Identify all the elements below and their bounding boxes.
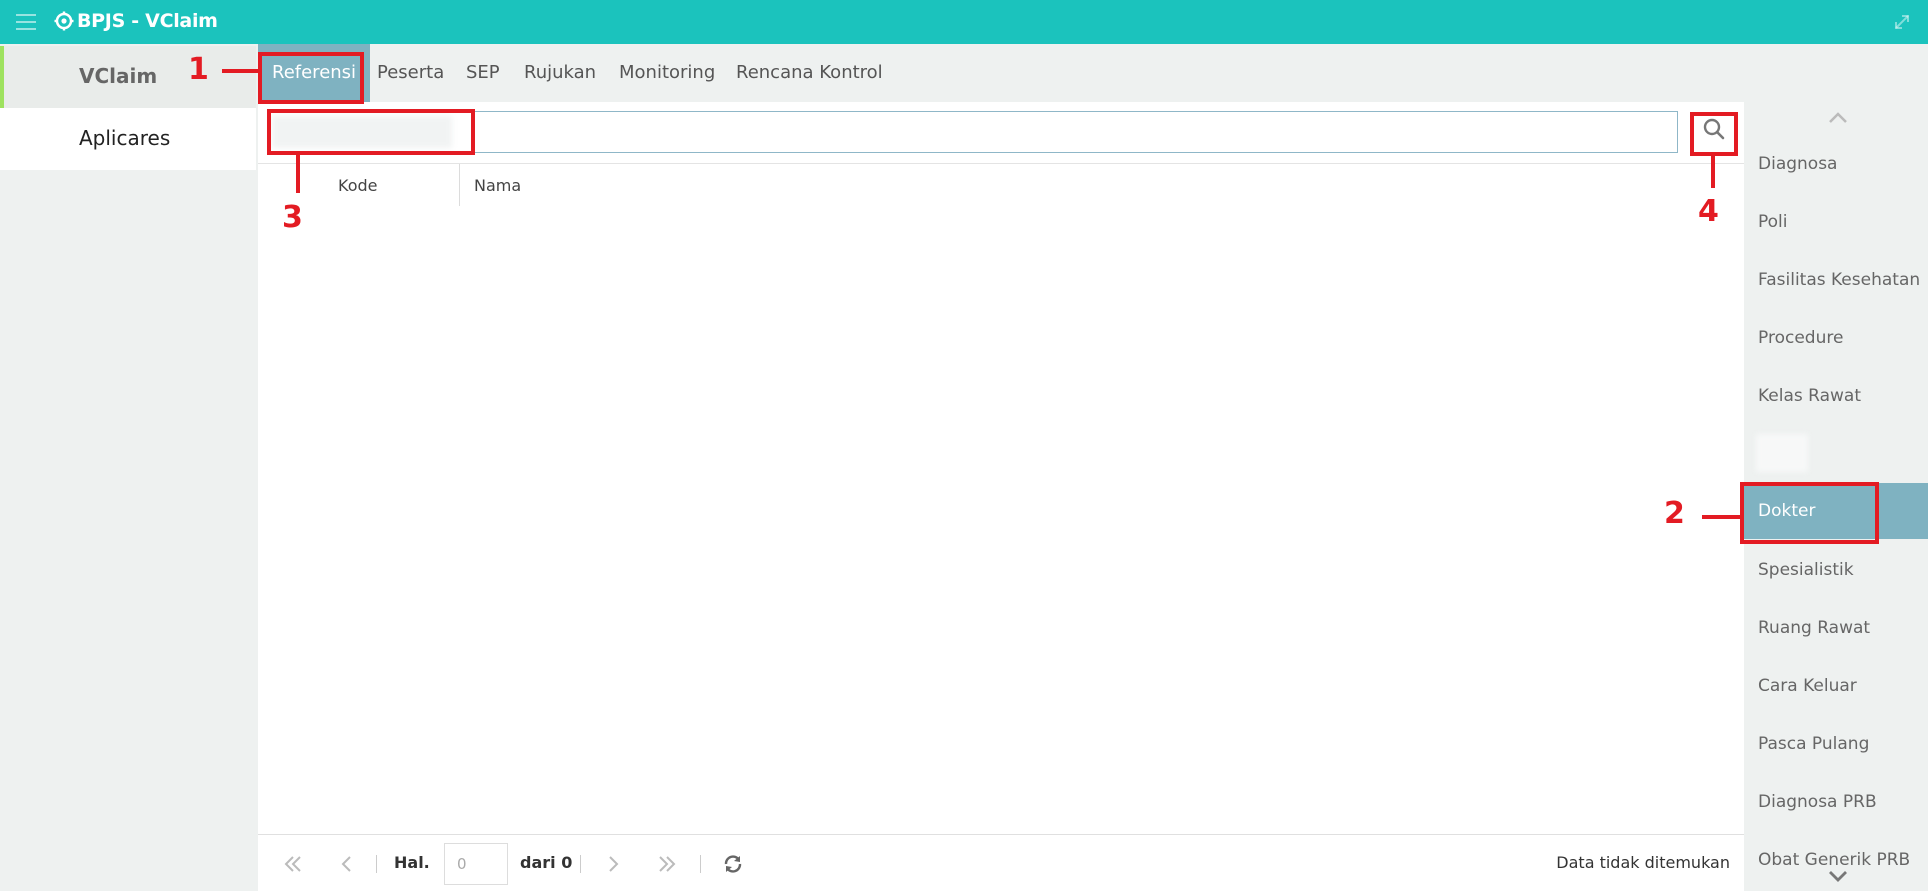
menu-item-diagnosa[interactable]: Diagnosa — [1744, 136, 1928, 192]
menu-item-pasca-pulang[interactable]: Pasca Pulang — [1744, 716, 1928, 772]
pager-divider — [376, 855, 377, 873]
tab-sep[interactable]: SEP — [466, 44, 500, 102]
title-bar: BPJS - VClaim — [0, 0, 1928, 44]
main-panel: Kode Nama Hal. 0 dari 0 Data tidak ditem… — [258, 102, 1744, 891]
menu-item-diagnosa-prb[interactable]: Diagnosa PRB — [1744, 774, 1928, 830]
annotation-box-4 — [1690, 112, 1738, 156]
refresh-icon[interactable] — [722, 853, 744, 875]
sidebar-item-label: Aplicares — [79, 126, 171, 150]
pager: Hal. 0 dari 0 Data tidak ditemukan — [258, 834, 1744, 891]
annotation-box-3 — [267, 109, 475, 155]
menu-item-ruang-rawat[interactable]: Ruang Rawat — [1744, 600, 1928, 656]
expand-icon[interactable] — [1892, 12, 1912, 32]
menu-item-spesialistik[interactable]: Spesialistik — [1744, 542, 1928, 598]
next-page-icon[interactable] — [602, 853, 624, 875]
page-label: Hal. — [394, 853, 430, 872]
tab-peserta[interactable]: Peserta — [377, 44, 444, 102]
annotation-box-1 — [258, 52, 364, 104]
menu-item-poli[interactable]: Poli — [1744, 194, 1928, 250]
redacted-menu-item[interactable] — [1756, 434, 1808, 472]
chevron-up-icon[interactable] — [1826, 110, 1850, 126]
app-title: BPJS - VClaim — [77, 10, 218, 32]
tab-rujukan[interactable]: Rujukan — [524, 44, 596, 102]
column-divider[interactable] — [459, 164, 460, 206]
column-header-nama[interactable]: Nama — [474, 176, 521, 195]
sidebar-item-label: VClaim — [79, 64, 158, 88]
pager-divider — [580, 855, 581, 873]
annotation-leader-2 — [1702, 515, 1740, 519]
menu-item-fasilitas-kesehatan[interactable]: Fasilitas Kesehatan — [1744, 252, 1928, 308]
page-total-label: dari 0 — [520, 853, 573, 872]
tab-rencana-kontrol[interactable]: Rencana Kontrol — [736, 44, 883, 102]
top-tabs: Referensi Peserta SEP Rujukan Monitoring… — [258, 44, 1928, 102]
hamburger-menu-icon[interactable] — [16, 14, 36, 30]
column-header-kode[interactable]: Kode — [338, 176, 377, 195]
sidebar-item-vclaim[interactable]: VClaim — [0, 46, 256, 108]
last-page-icon[interactable] — [656, 853, 678, 875]
pager-status-text: Data tidak ditemukan — [1556, 853, 1730, 872]
menu-item-procedure[interactable]: Procedure — [1744, 310, 1928, 366]
annotation-number-1: 1 — [188, 52, 209, 87]
annotation-leader-1 — [222, 69, 258, 73]
menu-item-cara-keluar[interactable]: Cara Keluar — [1744, 658, 1928, 714]
search-input[interactable] — [268, 111, 1678, 153]
menu-item-kelas-rawat[interactable]: Kelas Rawat — [1744, 368, 1928, 424]
gear-logo-icon — [54, 11, 74, 31]
prev-page-icon[interactable] — [336, 853, 358, 875]
pager-divider — [700, 855, 701, 873]
sidebar-item-aplicares[interactable]: Aplicares — [0, 108, 256, 170]
annotation-number-4: 4 — [1698, 194, 1719, 229]
annotation-box-2 — [1740, 482, 1879, 544]
annotation-leader-3 — [296, 155, 300, 193]
tab-monitoring[interactable]: Monitoring — [619, 44, 715, 102]
chevron-down-icon[interactable] — [1826, 868, 1850, 884]
first-page-icon[interactable] — [282, 853, 304, 875]
page-number-input[interactable]: 0 — [444, 843, 508, 885]
left-sidebar: VClaim Aplicares — [0, 44, 258, 891]
annotation-number-3: 3 — [282, 200, 303, 235]
annotation-leader-4 — [1711, 156, 1715, 188]
annotation-number-2: 2 — [1664, 496, 1685, 531]
grid-header: Kode Nama — [258, 163, 1744, 206]
